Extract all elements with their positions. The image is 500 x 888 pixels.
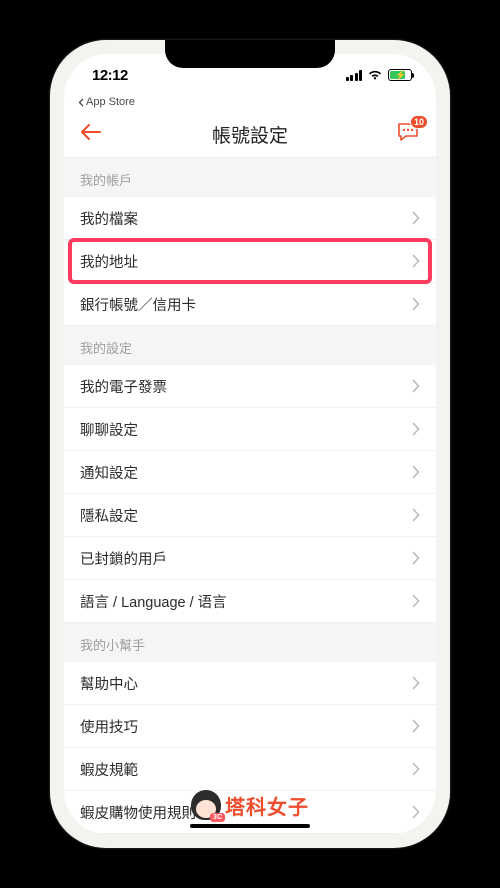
list-item[interactable]: 我的電子發票 [64,365,436,408]
list-item[interactable]: 通知設定 [64,451,436,494]
status-time: 12:12 [92,67,128,84]
section-header: 我的小幫手 [64,623,436,662]
notch [165,40,335,68]
list-item[interactable]: 已封鎖的用戶 [64,537,436,580]
chevron-right-icon [412,719,420,733]
list-item-label: 蝦皮購物使用規則 [80,802,196,823]
back-to-app-link[interactable]: App Store [64,96,436,112]
section-header: 我的帳戶 [64,158,436,197]
chevron-right-icon [412,211,420,225]
list-item[interactable]: 語言 / Language / 语言 [64,580,436,623]
chat-badge: 10 [410,115,428,129]
chat-button[interactable]: 10 [396,121,420,148]
arrow-left-icon [80,123,102,141]
list-item-label: 幫助中心 [80,673,138,694]
list-item-label: 我的檔案 [80,208,138,229]
list-item-label: 蝦皮規範 [80,759,138,780]
list-item-label: 聊聊設定 [80,419,138,440]
list-item[interactable]: 使用技巧 [64,705,436,748]
battery-icon: ⚡ [388,69,412,81]
chevron-right-icon [412,508,420,522]
list-item[interactable]: 蝦皮規範 [64,748,436,791]
chevron-right-icon [412,465,420,479]
list-item-label: 已封鎖的用戶 [80,548,167,569]
list-item-label: 我的地址 [80,251,138,272]
chevron-right-icon [412,762,420,776]
wifi-icon [367,69,383,81]
list-item-label: 通知設定 [80,462,138,483]
watermark-badge: 3C [210,813,225,822]
status-icons: ⚡ [346,69,413,81]
list-item-label: 我的電子發票 [80,376,167,397]
watermark-text: 塔科女子 [225,791,309,820]
chevron-right-icon [412,297,420,311]
signal-icon [346,70,363,81]
list-item[interactable]: 隱私設定 [64,494,436,537]
watermark-avatar: 3C [191,790,221,820]
settings-list[interactable]: 我的帳戶我的檔案我的地址銀行帳號／信用卡我的設定我的電子發票聊聊設定通知設定隱私… [64,158,436,834]
chevron-right-icon [412,805,420,819]
list-item-label: 銀行帳號／信用卡 [80,294,196,315]
page-title: 帳號設定 [212,121,288,148]
chevron-right-icon [412,676,420,690]
chevron-right-icon [412,422,420,436]
list-item[interactable]: 幫助中心 [64,662,436,705]
list-item[interactable]: 我的地址 [64,240,436,283]
list-item-label: 使用技巧 [80,716,138,737]
chevron-right-icon [412,551,420,565]
list-item[interactable]: 銀行帳號／信用卡 [64,283,436,326]
home-indicator[interactable] [190,824,310,828]
list-item-label: 語言 / Language / 语言 [80,591,227,612]
section-header: 我的設定 [64,326,436,365]
nav-bar: 帳號設定 10 [64,112,436,158]
chevron-left-icon [78,98,84,107]
phone-screen: 12:12 ⚡ App Store 帳號設定 [64,54,436,834]
list-item[interactable]: 我的檔案 [64,197,436,240]
list-item[interactable]: 聊聊設定 [64,408,436,451]
chevron-right-icon [412,254,420,268]
back-button[interactable] [80,123,102,146]
chevron-right-icon [412,594,420,608]
chevron-right-icon [412,379,420,393]
list-item-label: 隱私設定 [80,505,138,526]
back-to-app-label: App Store [86,96,135,108]
phone-frame: 12:12 ⚡ App Store 帳號設定 [50,40,450,848]
watermark: 3C 塔科女子 [191,790,309,820]
